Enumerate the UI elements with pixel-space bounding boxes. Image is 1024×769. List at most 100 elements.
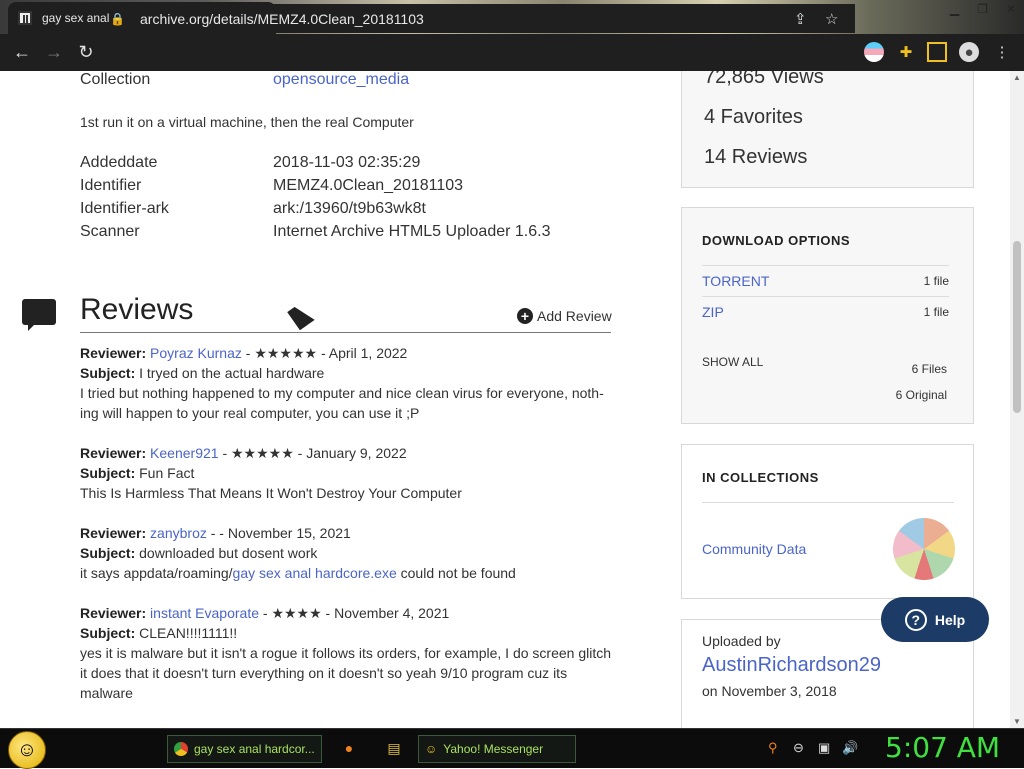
- reviews-count-link[interactable]: 14 Reviews: [704, 146, 807, 169]
- maximize-icon[interactable]: ❐: [977, 2, 988, 16]
- avatar-icon[interactable]: ●: [959, 42, 979, 62]
- download-torrent-link[interactable]: TORRENT: [702, 273, 769, 289]
- review-body: it says appdata/roaming/gay sex anal har…: [80, 563, 620, 583]
- taskbar-chrome-item[interactable]: gay sex anal hardcor...: [167, 735, 322, 763]
- download-zip-link[interactable]: ZIP: [702, 304, 724, 320]
- uploaded-by-label: Uploaded by: [702, 633, 781, 649]
- reload-icon[interactable]: ↻: [70, 37, 102, 69]
- reviewer-link[interactable]: Poyraz Kurnaz: [150, 345, 242, 361]
- meta-label: Identifier-ark: [80, 200, 169, 217]
- network-icon[interactable]: ▣: [818, 740, 830, 756]
- review-item: Reviewer: Poyraz Kurnaz - ★★★★★ - April …: [80, 343, 620, 423]
- meta-value: ark:/13960/t9b63wk8t: [273, 200, 426, 217]
- address-bar[interactable]: 🔒 archive.org/details/MEMZ4.0Clean_20181…: [110, 4, 855, 33]
- collection-link[interactable]: opensource_media: [273, 71, 409, 89]
- views-count: 72,865 Views: [704, 71, 824, 88]
- reviewer-label: Reviewer:: [80, 445, 147, 461]
- review-body: I tried but nothing happened to my compu…: [80, 385, 604, 421]
- close-window-icon[interactable]: ✕: [1006, 2, 1016, 16]
- meta-label: Identifier: [80, 177, 142, 194]
- search-icon[interactable]: ⚲: [768, 740, 778, 756]
- review-meta: - ★★★★★ - April 1, 2022: [241, 345, 408, 361]
- reviewer-label: Reviewer:: [80, 345, 147, 361]
- reviews-divider: [80, 332, 611, 333]
- collections-divider: [702, 502, 954, 503]
- sidebar-icon[interactable]: [927, 42, 947, 62]
- review-meta: - ★★★★★ - January 9, 2022: [218, 445, 407, 461]
- subject-label: Subject:: [80, 465, 136, 481]
- meta-value: MEMZ4.0Clean_20181103: [273, 177, 464, 194]
- collections-card: IN COLLECTIONS Community Data: [681, 444, 974, 599]
- menu-icon[interactable]: ⋮: [992, 42, 1012, 62]
- window-controls: ▁ ❐ ✕: [950, 2, 1016, 16]
- forward-icon[interactable]: →: [38, 37, 70, 69]
- share-icon[interactable]: ⇪: [794, 10, 807, 28]
- scroll-thumb[interactable]: [1013, 241, 1021, 413]
- minimize-icon[interactable]: ▁: [950, 2, 959, 16]
- uploader-link[interactable]: AustinRichardson29: [702, 654, 881, 677]
- reviews-speech-icon: [22, 299, 56, 331]
- add-review-button[interactable]: + Add Review: [517, 308, 612, 324]
- review-body: yes it is malware but it isn't a rogue i…: [80, 645, 612, 701]
- original-count: 6 Original: [895, 388, 947, 402]
- question-icon: ?: [904, 608, 927, 631]
- upload-date: on November 3, 2018: [702, 683, 837, 699]
- meta-value: Internet Archive HTML5 Uploader 1.6.3: [273, 223, 551, 240]
- meta-label: Scanner: [80, 223, 140, 240]
- tray-circle-icon[interactable]: ⊖: [793, 740, 804, 756]
- show-all-link[interactable]: SHOW ALL: [702, 355, 763, 369]
- review-item: Reviewer: zanybroz - - November 15, 2021…: [80, 523, 620, 583]
- scroll-up-icon[interactable]: ▲: [1013, 73, 1021, 82]
- mouse-cursor-icon: [287, 301, 315, 331]
- taskbar-messenger-item[interactable]: ☺ Yahoo! Messenger: [418, 735, 576, 763]
- star-icon[interactable]: ☆: [825, 10, 838, 28]
- taskbar-clock[interactable]: 5:07 AM: [885, 731, 1000, 764]
- profile-flag-icon[interactable]: [864, 42, 884, 62]
- meta-value: 2018-11-03 02:35:29: [273, 154, 421, 171]
- plus-circle-icon: +: [517, 308, 533, 324]
- review-meta: - ★★★★ - November 4, 2021: [259, 605, 450, 621]
- files-count: 6 Files: [911, 362, 947, 376]
- volume-icon[interactable]: 🔊: [842, 740, 858, 756]
- lock-icon[interactable]: 🔒: [110, 12, 130, 26]
- favorites-count: 4 Favorites: [704, 106, 803, 128]
- stats-card: 72,865 Views 4 Favorites 14 Reviews: [681, 71, 974, 188]
- add-review-label: Add Review: [537, 308, 612, 324]
- download-zip-row[interactable]: ZIP 1 file: [702, 296, 949, 327]
- reviews-heading: Reviews: [80, 293, 194, 326]
- reviewer-link[interactable]: instant Evaporate: [150, 605, 259, 621]
- firefox-icon[interactable]: ●: [338, 737, 360, 759]
- reviewer-link[interactable]: zanybroz: [150, 525, 207, 541]
- community-data-link[interactable]: Community Data: [702, 541, 806, 557]
- page-scrollbar[interactable]: ▲ ▼: [1010, 71, 1024, 728]
- messenger-smiley-icon: ☺: [425, 742, 438, 756]
- reviewer-link[interactable]: Keener921: [150, 445, 219, 461]
- review-item: Reviewer: instant Evaporate - ★★★★ - Nov…: [80, 603, 620, 703]
- help-label: Help: [934, 611, 966, 628]
- help-button[interactable]: ? Help: [881, 597, 989, 642]
- collections-title: IN COLLECTIONS: [702, 470, 819, 485]
- scroll-down-icon[interactable]: ▼: [1013, 717, 1021, 726]
- reviewer-label: Reviewer:: [80, 605, 147, 621]
- review-body-text: it says appdata/roaming/: [80, 565, 233, 581]
- collection-thumbnail[interactable]: [893, 518, 955, 580]
- back-icon[interactable]: ←: [6, 37, 38, 69]
- review-body-link[interactable]: gay sex anal hardcore.exe: [233, 565, 397, 581]
- download-torrent-row[interactable]: TORRENT 1 file: [702, 265, 949, 296]
- item-description: 1st run it on a virtual machine, then th…: [80, 114, 414, 130]
- download-options-title: DOWNLOAD OPTIONS: [702, 233, 851, 248]
- subject-label: Subject:: [80, 625, 136, 641]
- url-text[interactable]: archive.org/details/MEMZ4.0Clean_2018110…: [140, 11, 424, 27]
- folder-icon[interactable]: ▤: [383, 737, 405, 759]
- reviewer-label: Reviewer:: [80, 525, 147, 541]
- file-count: 1 file: [923, 274, 949, 288]
- start-smiley-icon[interactable]: ☺: [8, 731, 46, 769]
- review-meta: - - November 15, 2021: [206, 525, 351, 541]
- puzzle-icon[interactable]: ✚: [896, 42, 916, 62]
- collection-label: Collection: [80, 71, 151, 88]
- taskbar-chrome-label: gay sex anal hardcor...: [194, 742, 315, 756]
- review-body: This Is Harmless That Means It Won't Des…: [80, 485, 462, 501]
- review-subject: I tryed on the actual hardware: [139, 365, 325, 381]
- archive-favicon-icon: [18, 11, 32, 25]
- taskbar: ☺ gay sex anal hardcor... ● ▤ ☺ Yahoo! M…: [0, 728, 1024, 769]
